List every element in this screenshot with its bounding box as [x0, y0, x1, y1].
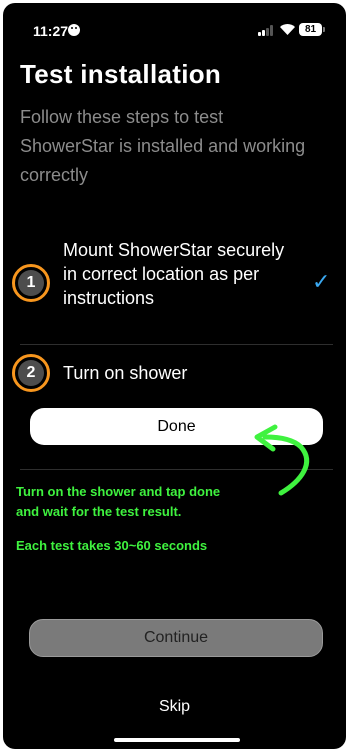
app-screen: 11:27 81 Test installation Follow these … [3, 3, 346, 749]
instruction-note-line-1: Turn on the shower and tap done [16, 484, 221, 499]
battery-icon: 81 [299, 23, 322, 36]
page-subtitle: Follow these steps to test ShowerStar is… [20, 107, 306, 185]
step-1-number: 1 [18, 270, 44, 296]
curved-arrow-icon [254, 424, 309, 496]
cellular-signal-icon [258, 25, 274, 36]
home-indicator[interactable] [114, 738, 240, 742]
step-2-number-badge: 2 [12, 354, 50, 392]
step-1-text: Mount ShowerStar securely in correct loc… [63, 240, 285, 308]
status-bar: 11:27 81 [3, 3, 346, 53]
continue-button[interactable]: Continue [29, 619, 323, 657]
battery-tip [323, 27, 325, 32]
step-2-number: 2 [18, 360, 44, 386]
skip-link[interactable]: Skip [3, 698, 346, 716]
instruction-note-line-2: and wait for the test result. [16, 504, 182, 519]
smiley-icon [68, 24, 80, 36]
status-time: 11:27 [33, 23, 69, 39]
page-title: Test installation [20, 59, 222, 89]
test-duration-note: Each test takes 30~60 seconds [16, 538, 208, 553]
step-2-text: Turn on shower [63, 363, 188, 383]
checkmark-icon: ✓ [312, 269, 331, 294]
step-1-number-badge: 1 [12, 264, 50, 302]
step-divider [20, 344, 333, 345]
wifi-icon [280, 24, 295, 35]
